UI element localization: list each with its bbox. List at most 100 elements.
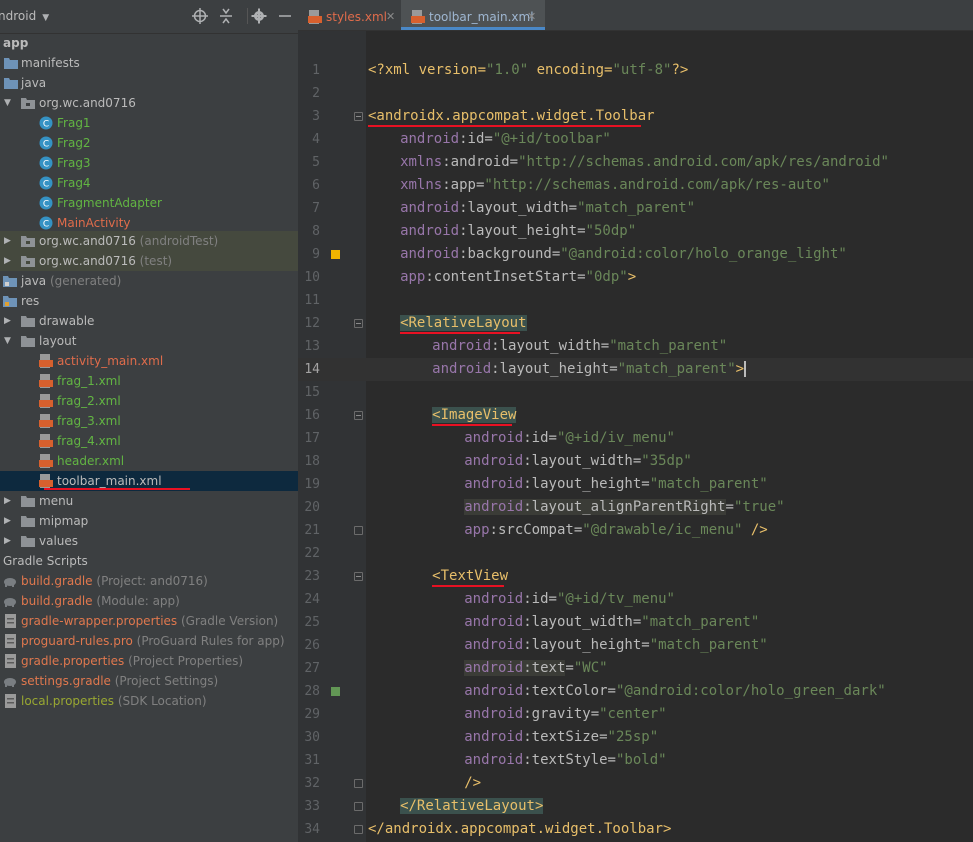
- tree-item-package-android-test[interactable]: ▶ org.wc.and0716 (androidTest): [0, 231, 298, 251]
- tree-item-frag4[interactable]: C Frag4: [0, 173, 298, 193]
- tree-item-layout[interactable]: ▼ layout: [0, 331, 298, 351]
- fold-marker-icon[interactable]: [354, 112, 363, 121]
- tree-item-app[interactable]: app: [0, 33, 298, 53]
- close-icon[interactable]: ✕: [527, 0, 536, 34]
- red-underline-annotation: [432, 424, 513, 426]
- tree-item-frag2[interactable]: C Frag2: [0, 133, 298, 153]
- code-line[interactable]: 5 xmlns:android="http://schemas.android.c…: [298, 151, 973, 174]
- collapse-all-icon[interactable]: [217, 7, 235, 25]
- code-line[interactable]: 11: [298, 289, 973, 312]
- code-line[interactable]: 6 xmlns:app="http://schemas.android.com/a…: [298, 174, 973, 197]
- code-line[interactable]: 4 android:id="@+id/toolbar": [298, 128, 973, 151]
- code-line[interactable]: 13 android:layout_width="match_parent": [298, 335, 973, 358]
- close-icon[interactable]: ✕: [386, 0, 395, 34]
- tree-item-values[interactable]: ▶ values: [0, 531, 298, 551]
- tree-item-local-properties[interactable]: local.properties (SDK Location): [0, 691, 298, 711]
- code-line[interactable]: 34 </androidx.appcompat.widget.Toolbar>: [298, 818, 973, 841]
- tree-item-java[interactable]: java: [0, 73, 298, 93]
- code-line[interactable]: 16 <ImageView: [298, 404, 973, 427]
- gutter-color-swatch[interactable]: [331, 687, 340, 696]
- code-line[interactable]: 29 android:gravity="center": [298, 703, 973, 726]
- tree-item-frag-1-xml[interactable]: frag_1.xml: [0, 371, 298, 391]
- code-line[interactable]: 21 app:srcCompat="@drawable/ic_menu" />: [298, 519, 973, 542]
- tree-item-toolbar-main-xml[interactable]: toolbar_main.xml: [0, 471, 298, 491]
- tree-item-build-gradle-project[interactable]: build.gradle (Project: and0716): [0, 571, 298, 591]
- chevron-right-icon[interactable]: ▶: [4, 531, 14, 551]
- chevron-right-icon[interactable]: ▶: [4, 251, 14, 271]
- code-line[interactable]: 2: [298, 82, 973, 105]
- code-line[interactable]: 1 <?xml version="1.0" encoding="utf-8"?>: [298, 59, 973, 82]
- tree-item-package-test[interactable]: ▶ org.wc.and0716 (test): [0, 251, 298, 271]
- gradle-elephant-icon: [4, 598, 16, 607]
- tree-item-fragment-adapter[interactable]: C FragmentAdapter: [0, 193, 298, 213]
- code-line[interactable]: 7 android:layout_width="match_parent": [298, 197, 973, 220]
- fold-marker-icon[interactable]: [354, 526, 363, 535]
- tab-toolbar-main-xml[interactable]: toolbar_main.xml ✕: [401, 0, 545, 30]
- code-line[interactable]: 17 android:id="@+id/iv_menu": [298, 427, 973, 450]
- code-line[interactable]: 33 </RelativeLayout>: [298, 795, 973, 818]
- fold-marker-icon[interactable]: [354, 411, 363, 420]
- tree-item-gradle-properties[interactable]: gradle.properties (Project Properties): [0, 651, 298, 671]
- tree-item-frag1[interactable]: C Frag1: [0, 113, 298, 133]
- tree-item-frag-3-xml[interactable]: frag_3.xml: [0, 411, 298, 431]
- line-number: 20: [304, 500, 320, 515]
- code-line[interactable]: 10 app:contentInsetStart="0dp">: [298, 266, 973, 289]
- code-line[interactable]: 8 android:layout_height="50dp": [298, 220, 973, 243]
- tree-item-drawable[interactable]: ▶ drawable: [0, 311, 298, 331]
- code-line[interactable]: 9 android:background="@android:color/holo…: [298, 243, 973, 266]
- chevron-down-icon[interactable]: ▼: [4, 93, 14, 113]
- fold-marker-icon[interactable]: [354, 825, 363, 834]
- tree-item-res[interactable]: res: [0, 291, 298, 311]
- fold-marker-icon[interactable]: [354, 572, 363, 581]
- gutter-color-swatch[interactable]: [331, 250, 340, 259]
- fold-marker-icon[interactable]: [354, 319, 363, 328]
- tree-item-frag-4-xml[interactable]: frag_4.xml: [0, 431, 298, 451]
- tree-item-build-gradle-module[interactable]: build.gradle (Module: app): [0, 591, 298, 611]
- tree-item-label: Frag1: [57, 116, 91, 130]
- tree-item-label: drawable: [39, 314, 95, 328]
- tree-item-menu[interactable]: ▶ menu: [0, 491, 298, 511]
- tree-item-frag-2-xml[interactable]: frag_2.xml: [0, 391, 298, 411]
- tree-item-manifests[interactable]: manifests: [0, 53, 298, 73]
- tree-item-proguard-rules[interactable]: proguard-rules.pro (ProGuard Rules for a…: [0, 631, 298, 651]
- code-line[interactable]: 31 android:textStyle="bold": [298, 749, 973, 772]
- gear-icon[interactable]: [250, 7, 268, 25]
- code-line[interactable]: 20 android:layout_alignParentRight="true": [298, 496, 973, 519]
- tree-item-activity-main-xml[interactable]: activity_main.xml: [0, 351, 298, 371]
- code-line[interactable]: 24 android:id="@+id/tv_menu": [298, 588, 973, 611]
- project-view-selector[interactable]: ndroid ▼: [0, 9, 49, 23]
- xml-file-icon: [39, 454, 53, 468]
- tree-item-settings-gradle[interactable]: settings.gradle (Project Settings): [0, 671, 298, 691]
- code-line[interactable]: 19 android:layout_height="match_parent": [298, 473, 973, 496]
- tree-item-header-xml[interactable]: header.xml: [0, 451, 298, 471]
- tree-item-main-activity[interactable]: C MainActivity: [0, 213, 298, 233]
- tree-item-gradle-scripts[interactable]: Gradle Scripts: [0, 551, 298, 571]
- code-line[interactable]: 30 android:textSize="25sp": [298, 726, 973, 749]
- tree-item-java-generated[interactable]: java (generated): [0, 271, 298, 291]
- fold-marker-icon[interactable]: [354, 802, 363, 811]
- code-line[interactable]: 25 android:layout_width="match_parent": [298, 611, 973, 634]
- code-line[interactable]: 18 android:layout_width="35dp": [298, 450, 973, 473]
- code-line[interactable]: 14 android:layout_height="match_parent">: [298, 358, 973, 381]
- code-line[interactable]: 22: [298, 542, 973, 565]
- code-line[interactable]: 15: [298, 381, 973, 404]
- fold-marker-icon[interactable]: [354, 779, 363, 788]
- locate-target-icon[interactable]: [191, 7, 209, 25]
- chevron-right-icon[interactable]: ▶: [4, 311, 14, 331]
- tree-item-package[interactable]: ▼ org.wc.and0716: [0, 93, 298, 113]
- chevron-right-icon[interactable]: ▶: [4, 491, 14, 511]
- tree-item-mipmap[interactable]: ▶ mipmap: [0, 511, 298, 531]
- chevron-right-icon[interactable]: ▶: [4, 511, 14, 531]
- minimize-icon[interactable]: [276, 7, 294, 25]
- chevron-down-icon[interactable]: ▼: [4, 331, 14, 351]
- code-line[interactable]: 23 <TextView: [298, 565, 973, 588]
- tab-styles-xml[interactable]: styles.xml ✕: [298, 0, 400, 30]
- code-line[interactable]: 26 android:layout_height="match_parent": [298, 634, 973, 657]
- code-editor[interactable]: 1 <?xml version="1.0" encoding="utf-8"?> 2…: [298, 31, 973, 842]
- code-line[interactable]: 32 />: [298, 772, 973, 795]
- code-line[interactable]: 28 android:textColor="@android:color/holo…: [298, 680, 973, 703]
- tree-item-frag3[interactable]: C Frag3: [0, 153, 298, 173]
- code-line[interactable]: 27 android:text="WC": [298, 657, 973, 680]
- chevron-right-icon[interactable]: ▶: [4, 231, 14, 251]
- tree-item-gradle-wrapper-properties[interactable]: gradle-wrapper.properties (Gradle Versio…: [0, 611, 298, 631]
